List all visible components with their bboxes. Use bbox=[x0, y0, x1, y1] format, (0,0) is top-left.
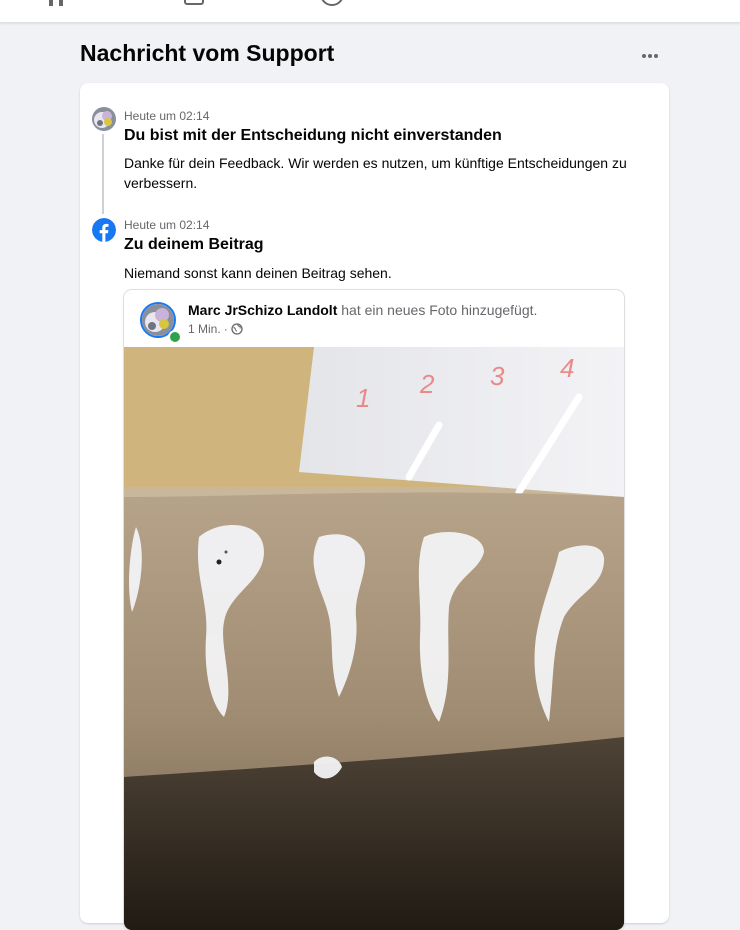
embedded-post[interactable]: Marc JrSchizo Landolt hat ein neues Foto… bbox=[124, 290, 624, 930]
post-header: Marc JrSchizo Landolt hat ein neues Foto… bbox=[188, 302, 537, 318]
globe-icon[interactable] bbox=[231, 323, 243, 335]
post-action-text: hat ein neues Foto hinzugefügt. bbox=[341, 302, 538, 318]
thread-connector bbox=[102, 134, 104, 214]
photo-mark-2: 2 bbox=[419, 369, 435, 399]
facebook-logo-icon bbox=[92, 218, 116, 242]
online-status-indicator bbox=[168, 330, 182, 344]
post-timestamp[interactable]: 1 Min. bbox=[188, 322, 221, 336]
meta-separator: · bbox=[223, 322, 228, 336]
message-title: Du bist mit der Entscheidung nicht einve… bbox=[124, 127, 502, 144]
photo-mark-4: 4 bbox=[560, 353, 574, 383]
message-body: Niemand sonst kann deinen Beitrag sehen. bbox=[124, 265, 392, 281]
user-avatar[interactable] bbox=[92, 107, 116, 131]
top-navigation-bar bbox=[0, 0, 740, 23]
message-title: Zu deinem Beitrag bbox=[124, 236, 264, 253]
page-title: Nachricht vom Support bbox=[80, 40, 335, 66]
more-dots-icon bbox=[642, 54, 658, 58]
watch-icon[interactable] bbox=[183, 0, 209, 8]
message-timestamp: Heute um 02:14 bbox=[124, 109, 210, 123]
groups-icon[interactable] bbox=[319, 0, 345, 12]
photo-mark-3: 3 bbox=[490, 361, 505, 391]
message-body: Danke für dein Feedback. Wir werden es n… bbox=[124, 155, 627, 191]
message-timestamp: Heute um 02:14 bbox=[124, 218, 210, 232]
post-author-name[interactable]: Marc JrSchizo Landolt bbox=[188, 302, 337, 318]
photo-mark-1: 1 bbox=[356, 383, 370, 413]
post-meta: 1 Min. · bbox=[188, 322, 243, 336]
more-options-button[interactable] bbox=[634, 44, 666, 68]
home-icon[interactable] bbox=[47, 0, 67, 8]
post-photo[interactable]: 1 2 3 4 bbox=[124, 347, 624, 930]
